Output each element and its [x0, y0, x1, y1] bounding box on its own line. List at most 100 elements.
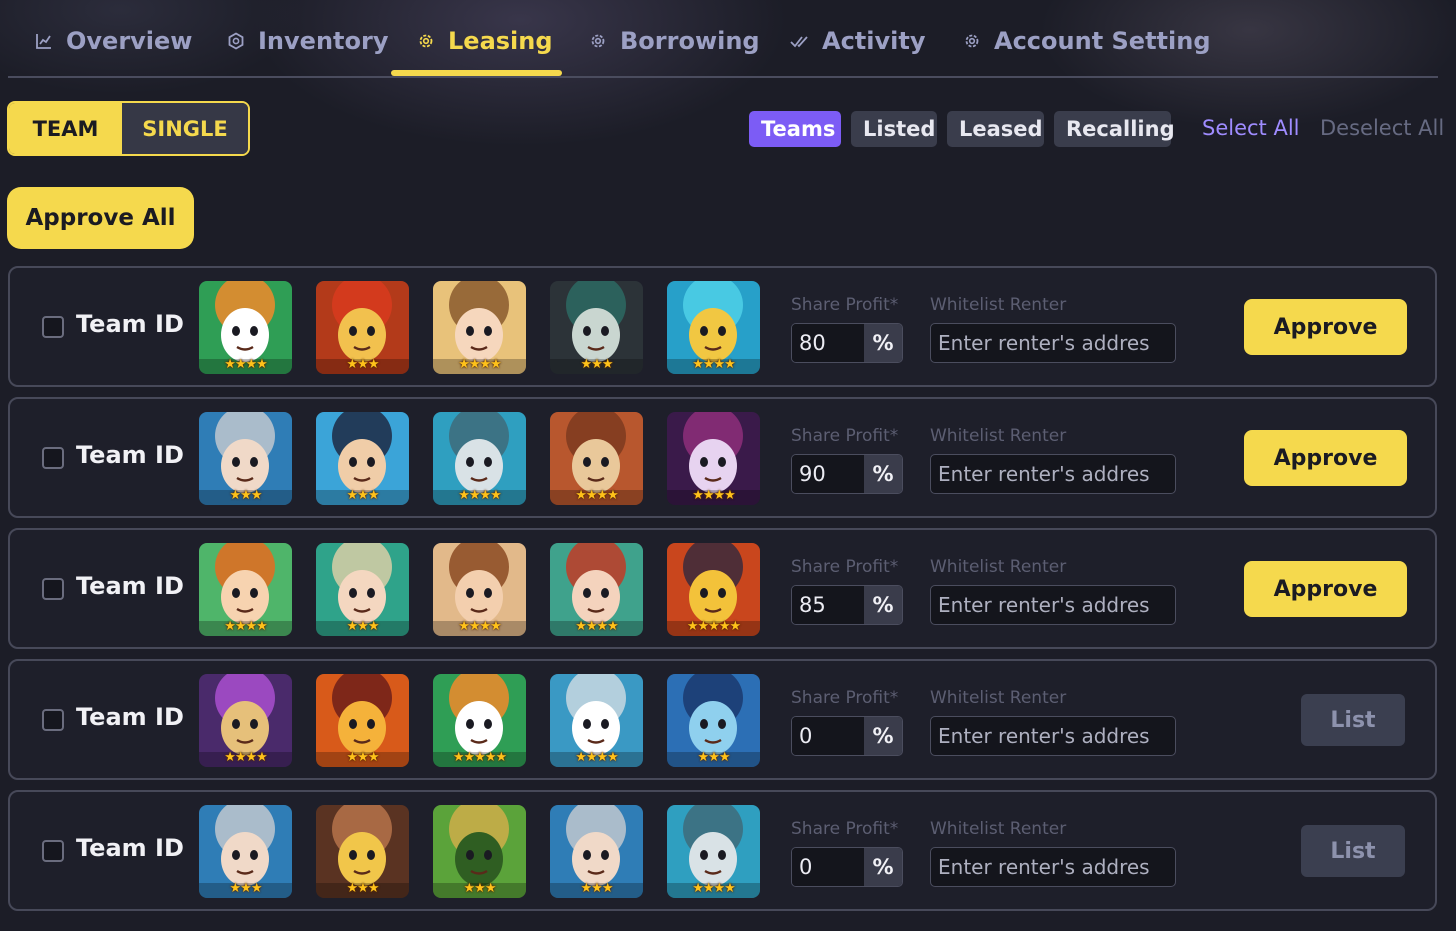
- hero-portrait-hooded-shark[interactable]: ★★★: [667, 674, 760, 767]
- hero-portrait-pirate-captain[interactable]: ★★★: [316, 412, 409, 505]
- tab-activity[interactable]: Activity: [790, 22, 926, 60]
- star-rating: ★★★: [346, 488, 380, 503]
- percent-suffix: %: [864, 717, 902, 755]
- hero-portrait-tiger-warrior[interactable]: ★★★★: [199, 281, 292, 374]
- share-profit-field: %: [791, 585, 903, 625]
- approve-button[interactable]: Approve: [1244, 561, 1407, 617]
- team-checkbox[interactable]: [42, 840, 64, 862]
- list-button[interactable]: List: [1301, 694, 1405, 746]
- tab-leasing[interactable]: Leasing: [416, 22, 553, 60]
- star-rating: ★★★: [697, 750, 731, 765]
- whitelist-renter-input[interactable]: [930, 585, 1176, 625]
- star-rating: ★★★★: [458, 619, 502, 634]
- whitelist-renter-input[interactable]: [930, 454, 1176, 494]
- team-id-label: Team ID: [76, 572, 184, 600]
- hero-portrait-dark-dragon-lord[interactable]: ★★★★★: [667, 543, 760, 636]
- team-id-label: Team ID: [76, 834, 184, 862]
- share-profit-input[interactable]: [792, 586, 864, 624]
- approve-all-button[interactable]: Approve All: [7, 187, 194, 249]
- team-checkbox[interactable]: [42, 316, 64, 338]
- filter-teams[interactable]: Teams: [749, 111, 841, 147]
- hero-portrait-bearded-sage[interactable]: ★★★: [550, 281, 643, 374]
- hero-portrait-orange-haired-ranger[interactable]: ★★★★: [199, 543, 292, 636]
- share-profit-input[interactable]: [792, 717, 864, 755]
- star-rating: ★★★★: [692, 488, 736, 503]
- team-id-label: Team ID: [76, 310, 184, 338]
- share-profit-field: %: [791, 323, 903, 363]
- star-rating: ★★★★★: [452, 750, 507, 765]
- star-rating: ★★★: [580, 881, 614, 896]
- tab-overview[interactable]: Overview: [34, 22, 192, 60]
- tab-label: Leasing: [448, 27, 553, 55]
- star-rating: ★★★: [346, 881, 380, 896]
- tab-account-setting[interactable]: Account Setting: [962, 22, 1211, 60]
- hero-portrait-purple-mage[interactable]: ★★★★: [199, 674, 292, 767]
- team-row: Team ID ★★★ ★★★ ★★★ ★★★ ★★★★ Share Profit* W…: [8, 790, 1437, 911]
- whitelist-renter-label: Whitelist Renter: [930, 819, 1067, 839]
- hexagon-icon: [226, 31, 246, 51]
- deselect-all-link[interactable]: Deselect All: [1320, 116, 1444, 140]
- single-mode-button[interactable]: SINGLE: [122, 103, 248, 154]
- star-rating: ★★★★: [458, 488, 502, 503]
- whitelist-renter-label: Whitelist Renter: [930, 688, 1067, 708]
- filter-listed[interactable]: Listed: [851, 111, 937, 147]
- star-rating: ★★★: [346, 619, 380, 634]
- share-profit-input[interactable]: [792, 455, 864, 493]
- select-all-link[interactable]: Select All: [1202, 116, 1300, 140]
- team-checkbox[interactable]: [42, 578, 64, 600]
- hero-portrait-crocodile-pharaoh[interactable]: ★★★★: [433, 412, 526, 505]
- star-rating: ★★★★★: [686, 619, 741, 634]
- whitelist-renter-input[interactable]: [930, 847, 1176, 887]
- hero-portrait-tiger-warrior[interactable]: ★★★★★: [433, 674, 526, 767]
- whitelist-renter-label: Whitelist Renter: [930, 557, 1067, 577]
- top-nav: Overview Inventory Leasing Borrowing Act…: [8, 0, 1438, 78]
- team-id-label: Team ID: [76, 441, 184, 469]
- hero-portrait-horned-sorceress[interactable]: ★★★: [316, 805, 409, 898]
- hero-portrait-frost-beast[interactable]: ★★★★: [550, 674, 643, 767]
- tab-inventory[interactable]: Inventory: [226, 22, 388, 60]
- team-row: Team ID ★★★★★★★★★★★★★★★★★★ Share Profit*…: [8, 397, 1437, 518]
- chart-line-icon: [34, 31, 54, 51]
- hero-portrait-leaf-golem[interactable]: ★★★: [433, 805, 526, 898]
- hero-portrait-horned-minotaur[interactable]: ★★★★: [550, 412, 643, 505]
- share-profit-input[interactable]: [792, 848, 864, 886]
- share-profit-label: Share Profit*: [791, 557, 899, 577]
- share-profit-input[interactable]: [792, 324, 864, 362]
- team-row: Team ID ★★★★★★★★★★★★★★★★★★ Share Profit*…: [8, 266, 1437, 387]
- team-checkbox[interactable]: [42, 447, 64, 469]
- hero-portrait-armored-knight[interactable]: ★★★: [550, 805, 643, 898]
- star-rating: ★★★★: [224, 750, 268, 765]
- tab-label: Overview: [66, 27, 193, 55]
- share-profit-label: Share Profit*: [791, 426, 899, 446]
- hero-portrait-elf-girl[interactable]: ★★★★: [550, 543, 643, 636]
- approve-button[interactable]: Approve: [1244, 299, 1407, 355]
- team-mode-button[interactable]: TEAM: [9, 103, 122, 154]
- approve-button[interactable]: Approve: [1244, 430, 1407, 486]
- percent-suffix: %: [864, 324, 902, 362]
- hero-portrait-blue-helmet-priestess[interactable]: ★★★★: [667, 281, 760, 374]
- percent-suffix: %: [864, 586, 902, 624]
- whitelist-renter-input[interactable]: [930, 716, 1176, 756]
- star-rating: ★★★★: [224, 357, 268, 372]
- whitelist-renter-input[interactable]: [930, 323, 1176, 363]
- share-profit-label: Share Profit*: [791, 819, 899, 839]
- hero-portrait-brown-haired-hero[interactable]: ★★★★: [433, 543, 526, 636]
- team-checkbox[interactable]: [42, 709, 64, 731]
- hero-portrait-red-demon[interactable]: ★★★: [316, 281, 409, 374]
- hero-portrait-fire-ninja[interactable]: ★★★: [316, 674, 409, 767]
- filter-recalling[interactable]: Recalling: [1054, 111, 1175, 147]
- star-rating: ★★★★: [692, 881, 736, 896]
- team-id-label: Team ID: [76, 703, 184, 731]
- hero-portrait-brown-haired-girl[interactable]: ★★★★: [433, 281, 526, 374]
- star-rating: ★★★: [229, 488, 263, 503]
- filter-leased[interactable]: Leased: [947, 111, 1044, 147]
- whitelist-renter-label: Whitelist Renter: [930, 295, 1067, 315]
- hero-portrait-purple-witch[interactable]: ★★★★: [667, 412, 760, 505]
- hero-portrait-armored-knight[interactable]: ★★★: [199, 805, 292, 898]
- star-rating: ★★★★: [692, 357, 736, 372]
- list-button[interactable]: List: [1301, 825, 1405, 877]
- hero-portrait-crocodile-pharaoh[interactable]: ★★★★: [667, 805, 760, 898]
- hero-portrait-armored-knight[interactable]: ★★★: [199, 412, 292, 505]
- hero-portrait-goggle-engineer[interactable]: ★★★: [316, 543, 409, 636]
- tab-borrowing[interactable]: Borrowing: [588, 22, 760, 60]
